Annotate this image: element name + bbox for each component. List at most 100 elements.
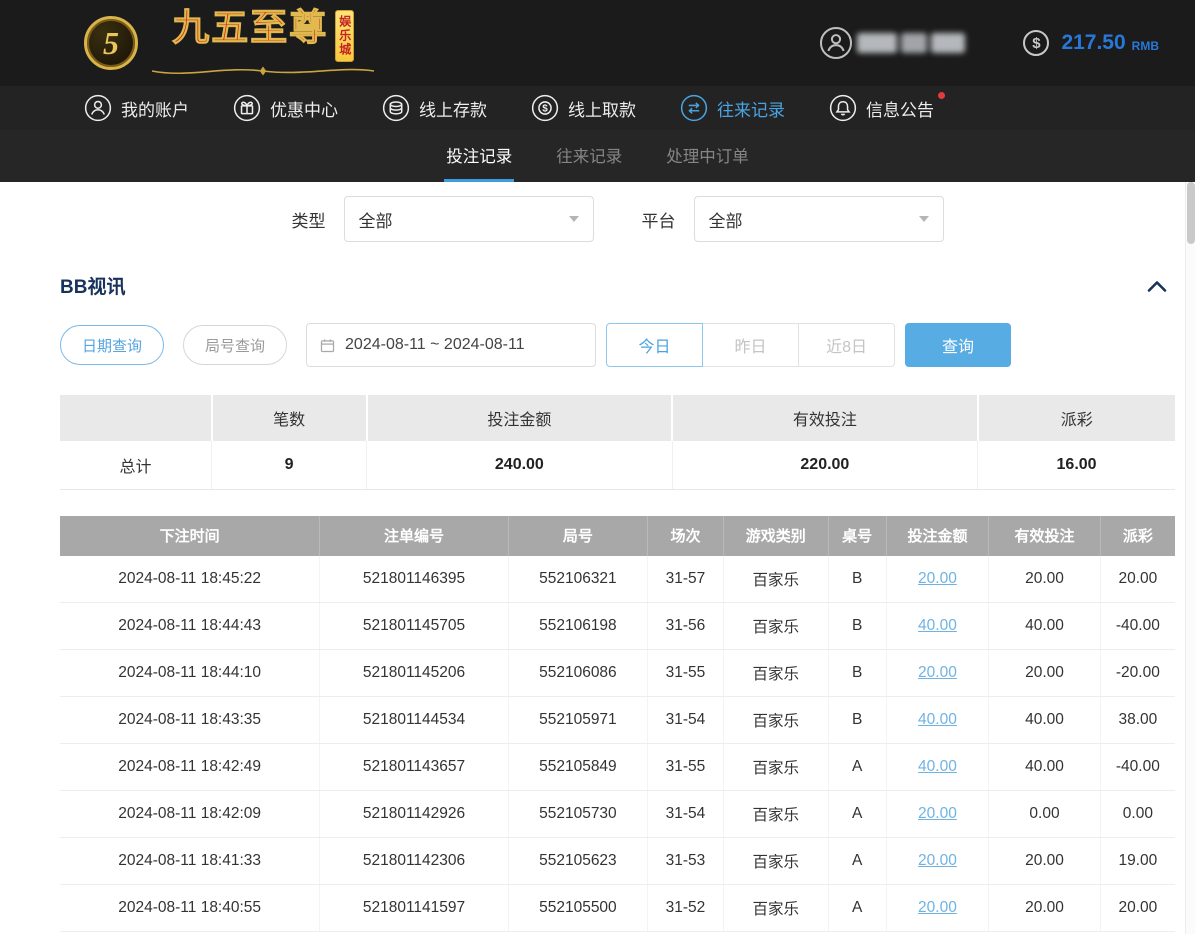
nav-item-promotions[interactable]: 优惠中心: [233, 94, 338, 122]
last8days-button[interactable]: 近8日: [798, 323, 895, 367]
nav-item-deposit[interactable]: 线上存款: [382, 94, 487, 122]
yesterday-button[interactable]: 昨日: [702, 323, 799, 367]
brand-badge: 娱乐城: [335, 10, 354, 62]
cell-payout: 19.00: [1100, 838, 1175, 885]
gift-icon: [233, 94, 261, 122]
cell-round-id: 552105849: [508, 744, 647, 791]
nav-item-withdraw[interactable]: $ 线上取款: [531, 94, 636, 122]
cell-payout: 20.00: [1100, 556, 1175, 603]
cell-game-type: 百家乐: [723, 603, 828, 650]
cell-valid-bet: 20.00: [989, 650, 1101, 697]
cell-bet-id: 521801142306: [320, 838, 508, 885]
brand-text-block: 九五至尊 娱乐城: [148, 10, 378, 77]
col-header-bet-time: 下注时间: [60, 516, 320, 556]
platform-label: 平台: [642, 207, 676, 232]
cell-session: 31-56: [648, 603, 724, 650]
round-query-button[interactable]: 局号查询: [183, 325, 287, 365]
content: 类型 全部 平台 全部 BB视讯 日期查询 局号查询 2024-08-11: [0, 196, 1195, 932]
today-button[interactable]: 今日: [606, 323, 703, 367]
date-range-input[interactable]: 2024-08-11 ~ 2024-08-11: [306, 323, 596, 367]
cell-round-id: 552105623: [508, 838, 647, 885]
cell-table-no: A: [828, 744, 886, 791]
cell-payout: -40.00: [1100, 603, 1175, 650]
bet-amount-link[interactable]: 20.00: [918, 805, 957, 822]
sub-nav: 投注记录 往来记录 处理中订单: [0, 130, 1195, 182]
cell-session: 31-54: [648, 791, 724, 838]
bet-amount-link[interactable]: 40.00: [918, 711, 957, 728]
main-nav: 我的账户 优惠中心 线上存款 $ 线上取款 往来记录: [0, 86, 1195, 130]
cell-round-id: 552106198: [508, 603, 647, 650]
cell-bet-time: 2024-08-11 18:41:33: [60, 838, 320, 885]
cell-bet-id: 521801141597: [320, 885, 508, 932]
cell-bet-amount: 20.00: [886, 838, 989, 885]
filter-row: 类型 全部 平台 全部: [60, 196, 1175, 242]
cell-payout: 20.00: [1100, 885, 1175, 932]
platform-select[interactable]: 全部: [694, 196, 944, 242]
cell-table-no: B: [828, 556, 886, 603]
nav-item-announcements[interactable]: 信息公告: [829, 94, 934, 122]
bet-amount-link[interactable]: 20.00: [918, 852, 957, 869]
avatar-icon[interactable]: [819, 26, 853, 60]
tab-bet-records[interactable]: 投注记录: [444, 130, 514, 182]
cell-bet-amount: 20.00: [886, 650, 989, 697]
date-query-button[interactable]: 日期查询: [60, 325, 164, 365]
scrollbar-thumb[interactable]: [1187, 182, 1195, 244]
brand-flourish-icon: [148, 65, 378, 77]
user-area: $ 217.50 RMB: [819, 26, 1159, 60]
date-range-value: 2024-08-11 ~ 2024-08-11: [345, 336, 525, 354]
bet-table-header-row: 下注时间 注单编号 局号 场次 游戏类别 桌号 投注金额 有效投注 派彩: [60, 516, 1175, 556]
cell-game-type: 百家乐: [723, 885, 828, 932]
cell-game-type: 百家乐: [723, 838, 828, 885]
bet-table-body: 2024-08-11 18:45:22 521801146395 5521063…: [60, 556, 1175, 932]
search-button[interactable]: 查询: [905, 323, 1011, 367]
bet-amount-link[interactable]: 40.00: [918, 617, 957, 634]
brand-name: 九五至尊: [172, 10, 328, 47]
chevron-up-icon: [1147, 279, 1167, 293]
tab-transaction-records[interactable]: 往来记录: [554, 130, 624, 182]
nav-item-my-account[interactable]: 我的账户: [84, 94, 189, 122]
cell-bet-time: 2024-08-11 18:45:22: [60, 556, 320, 603]
cell-bet-amount: 20.00: [886, 791, 989, 838]
cell-round-id: 552106321: [508, 556, 647, 603]
cell-bet-time: 2024-08-11 18:43:35: [60, 697, 320, 744]
cell-game-type: 百家乐: [723, 791, 828, 838]
col-header-round-id: 局号: [508, 516, 647, 556]
bet-records-table: 下注时间 注单编号 局号 场次 游戏类别 桌号 投注金额 有效投注 派彩 202…: [60, 516, 1175, 933]
bet-amount-link[interactable]: 20.00: [918, 664, 957, 681]
cell-valid-bet: 20.00: [989, 556, 1101, 603]
cell-payout: -40.00: [1100, 744, 1175, 791]
summary-header-count: 笔数: [212, 395, 367, 441]
bet-amount-link[interactable]: 20.00: [918, 570, 957, 587]
cell-round-id: 552105730: [508, 791, 647, 838]
cell-table-no: B: [828, 603, 886, 650]
tab-processing-orders[interactable]: 处理中订单: [664, 130, 751, 182]
page-scrollbar[interactable]: [1185, 182, 1195, 934]
summary-total-count: 9: [212, 441, 367, 489]
calendar-icon: [319, 337, 336, 354]
balance-coin-icon: $: [1023, 30, 1049, 56]
cell-bet-id: 521801144534: [320, 697, 508, 744]
cell-session: 31-55: [648, 744, 724, 791]
cell-bet-time: 2024-08-11 18:42:09: [60, 791, 320, 838]
cell-valid-bet: 40.00: [989, 697, 1101, 744]
bet-amount-link[interactable]: 40.00: [918, 758, 957, 775]
cell-table-no: A: [828, 838, 886, 885]
user-icon: [84, 94, 112, 122]
nav-item-transaction-records[interactable]: 往来记录: [680, 94, 785, 122]
cell-bet-id: 521801145206: [320, 650, 508, 697]
summary-table: 笔数 投注金额 有效投注 派彩 总计 9 240.00 220.00 16.00: [60, 395, 1175, 490]
type-label: 类型: [292, 207, 326, 232]
nav-label: 往来记录: [717, 96, 785, 121]
cell-table-no: A: [828, 791, 886, 838]
nav-label: 我的账户: [121, 96, 189, 121]
brand-logo[interactable]: 5 九五至尊 娱乐城: [84, 10, 378, 77]
type-select[interactable]: 全部: [344, 196, 594, 242]
collapse-section-button[interactable]: [1147, 279, 1175, 293]
nav-label: 信息公告: [866, 96, 934, 121]
balance-amount: 217.50: [1061, 31, 1125, 55]
col-header-bet-amount: 投注金额: [886, 516, 989, 556]
cell-bet-id: 521801142926: [320, 791, 508, 838]
cell-payout: 0.00: [1100, 791, 1175, 838]
col-header-bet-id: 注单编号: [320, 516, 508, 556]
bet-amount-link[interactable]: 20.00: [918, 899, 957, 916]
